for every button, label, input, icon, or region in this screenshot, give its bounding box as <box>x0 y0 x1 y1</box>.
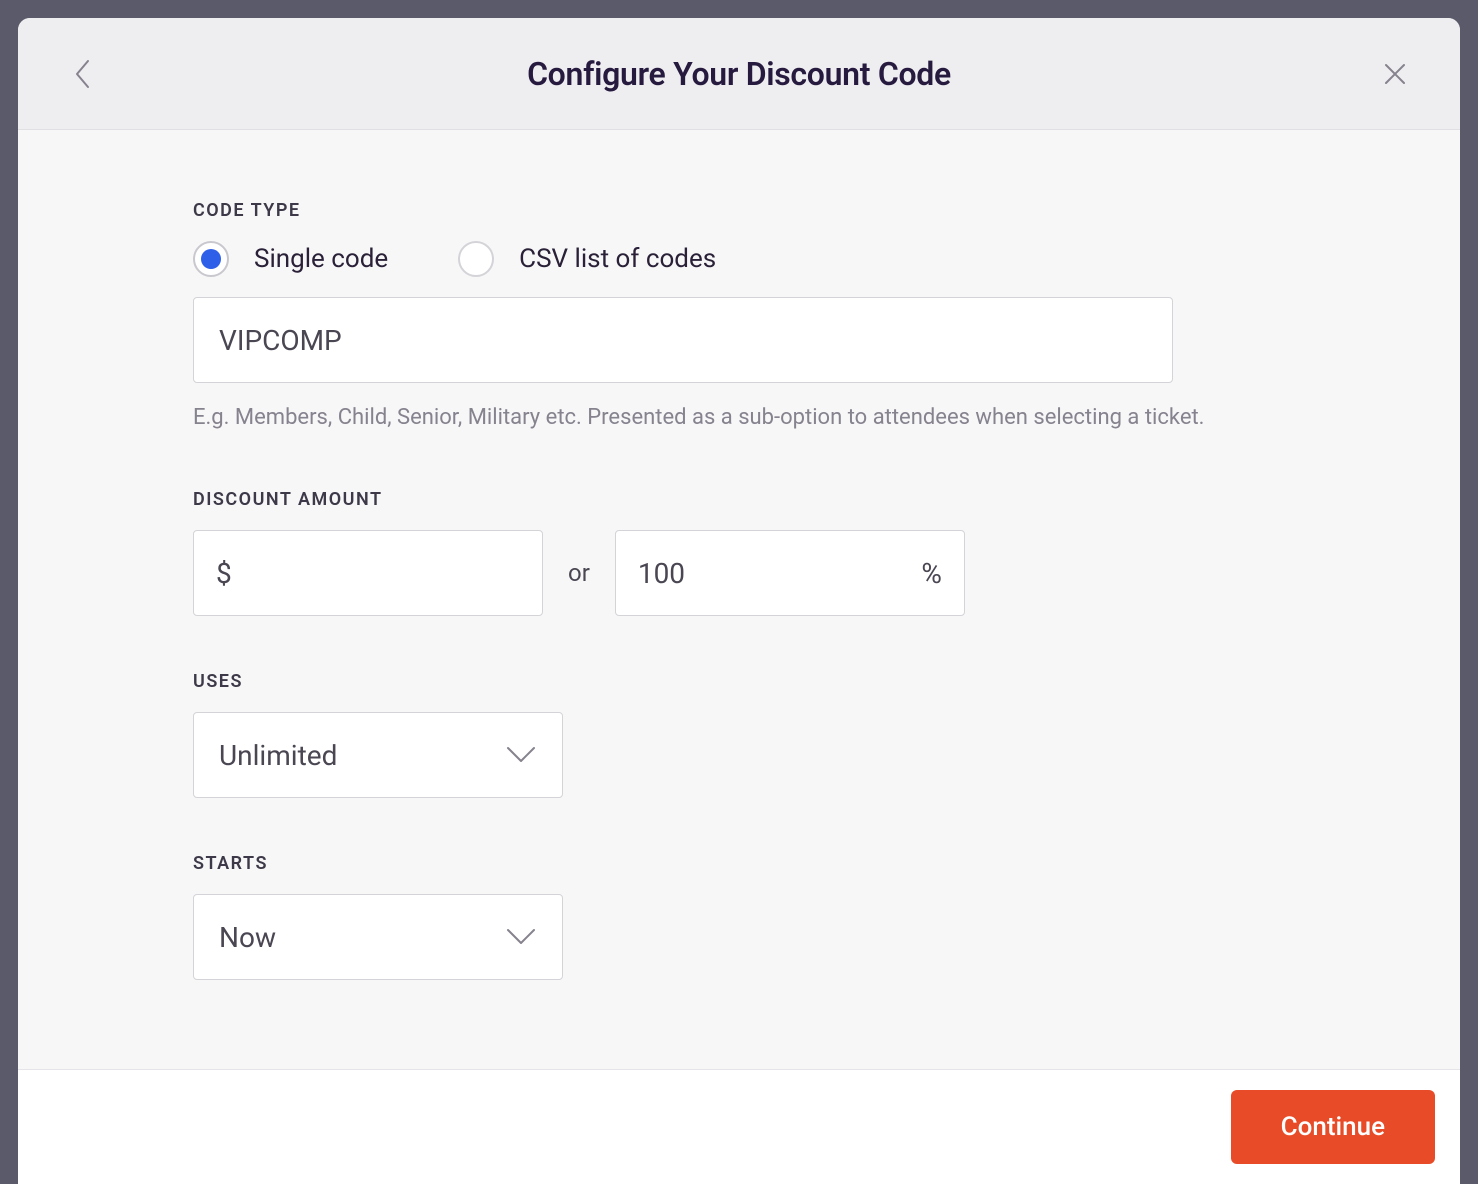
uses-select[interactable]: Unlimited <box>193 712 563 798</box>
close-icon <box>1383 62 1407 86</box>
percent-amount-field[interactable]: % <box>615 530 965 616</box>
code-type-section: CODE TYPE Single code CSV list of codes … <box>193 200 1285 434</box>
modal-header: Configure Your Discount Code <box>18 18 1460 130</box>
code-type-label: CODE TYPE <box>193 200 1285 221</box>
discount-amount-label: DISCOUNT AMOUNT <box>193 489 1285 510</box>
discount-code-modal: Configure Your Discount Code CODE TYPE S… <box>18 18 1460 1184</box>
modal-footer: Continue <box>18 1069 1460 1184</box>
modal-body: CODE TYPE Single code CSV list of codes … <box>18 130 1460 1069</box>
uses-value: Unlimited <box>219 739 337 772</box>
discount-amount-section: DISCOUNT AMOUNT $ or % <box>193 489 1285 616</box>
continue-button[interactable]: Continue <box>1231 1090 1435 1164</box>
starts-section: STARTS Now <box>193 853 1285 980</box>
uses-section: USES Unlimited <box>193 671 1285 798</box>
percent-amount-input[interactable] <box>638 557 906 590</box>
radio-selected-dot-icon <box>201 249 221 269</box>
dollar-amount-input[interactable] <box>247 557 520 590</box>
starts-value: Now <box>219 921 276 954</box>
radio-button-icon <box>458 241 494 277</box>
or-label: or <box>568 559 590 587</box>
uses-label: USES <box>193 671 1285 692</box>
code-type-radio-group: Single code CSV list of codes <box>193 241 1285 277</box>
discount-amount-row: $ or % <box>193 530 1285 616</box>
radio-button-icon <box>193 241 229 277</box>
chevron-down-icon <box>505 927 537 947</box>
dollar-sign-icon: $ <box>216 557 232 590</box>
radio-single-label: Single code <box>254 244 388 274</box>
back-button[interactable] <box>68 59 98 89</box>
radio-csv-label: CSV list of codes <box>519 244 716 274</box>
percent-sign-icon: % <box>921 557 942 590</box>
code-helper-text: E.g. Members, Child, Senior, Military et… <box>193 401 1285 434</box>
radio-single-code[interactable]: Single code <box>193 241 388 277</box>
chevron-down-icon <box>505 745 537 765</box>
radio-csv-list[interactable]: CSV list of codes <box>458 241 716 277</box>
starts-select[interactable]: Now <box>193 894 563 980</box>
close-button[interactable] <box>1380 59 1410 89</box>
starts-label: STARTS <box>193 853 1285 874</box>
dollar-amount-field[interactable]: $ <box>193 530 543 616</box>
modal-title: Configure Your Discount Code <box>527 55 951 93</box>
chevron-left-icon <box>74 59 92 89</box>
code-value-input[interactable] <box>193 297 1173 383</box>
